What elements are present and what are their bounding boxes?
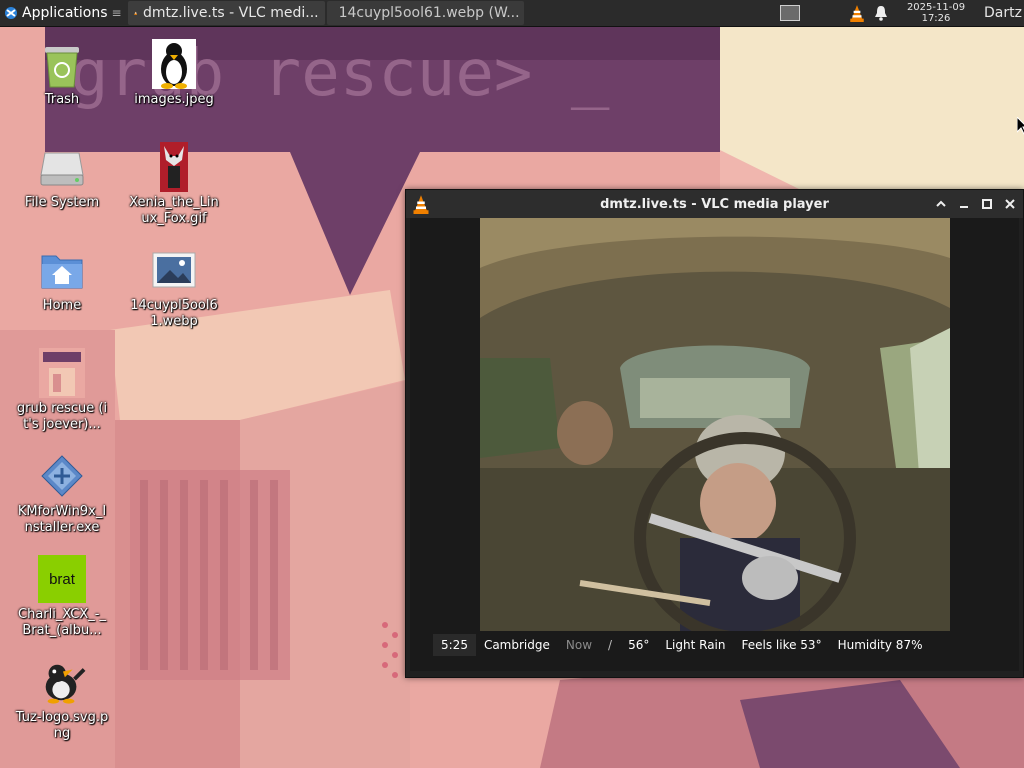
video-frame [480, 218, 950, 631]
desktop-icon-tuz-logo[interactable]: Tuz-logo.svg.png [12, 658, 112, 742]
ticker-temp: 56° [628, 638, 650, 652]
panel-tray: 2025-11-09 17:26 Dartz [780, 0, 1024, 26]
taskbar-item-browser[interactable]: 14cuypl5ool61.webp (W... [326, 1, 524, 25]
clock-time: 17:26 [921, 13, 951, 24]
desktop-icon-label: images.jpeg [134, 92, 214, 107]
minimize-icon [959, 205, 968, 208]
ticker-time: 5:25 [433, 634, 476, 656]
desktop-icon-webp[interactable]: 14cuypl5ool61.webp [124, 246, 224, 330]
exe-icon [41, 455, 83, 497]
desktop-icon-xenia-gif[interactable]: Xenia_the_Linux_Fox.gif [124, 142, 224, 227]
clock-date: 2025-11-09 [906, 2, 966, 13]
applications-menu-label: Applications [22, 5, 108, 21]
taskbar-item-vlc[interactable]: dmtz.live.ts - VLC medi... [127, 1, 325, 25]
vlc-tray-icon[interactable] [848, 4, 866, 22]
brat-cover-icon: brat [38, 555, 86, 603]
image-file-icon [152, 252, 196, 288]
ticker-humidity: Humidity 87% [837, 638, 923, 652]
vlc-titlebar[interactable]: dmtz.live.ts - VLC media player [406, 190, 1023, 218]
ticker-now: Now [565, 638, 593, 652]
wallpaper-image-icon [39, 348, 85, 398]
separator-icon: ≡ [111, 6, 122, 20]
desktop-icon-label: Tuz-logo.svg.png [15, 710, 109, 741]
minimize-button[interactable] [954, 194, 973, 213]
desktop-icon-label: 14cuypl5ool61.webp [130, 298, 218, 329]
desktop-icon-label: KMforWin9x_Installer.exe [17, 504, 107, 535]
desktop-icon-grub-rescue[interactable]: grub rescue (it's joever)... [12, 348, 112, 433]
ticker-feels: Feels like 53° [741, 638, 822, 652]
workspace-switcher[interactable] [780, 5, 800, 21]
notification-bell-icon[interactable] [874, 5, 888, 21]
vlc-window[interactable]: dmtz.live.ts - VLC media player 5:25 Cam… [405, 189, 1024, 678]
drive-icon [40, 152, 84, 186]
home-folder-icon [41, 255, 83, 289]
user-menu[interactable]: Dartz [984, 5, 1024, 21]
vlc-icon [133, 11, 137, 15]
tuz-icon [45, 664, 86, 704]
desktop-icon-file-system[interactable]: File System [12, 143, 112, 211]
fox-image-icon [160, 142, 188, 192]
maximize-button[interactable] [977, 194, 996, 213]
maximize-icon [981, 198, 992, 209]
desktop-icon-home[interactable]: Home [12, 246, 112, 314]
weather-ticker: 5:25 Cambridge Now / 56° Light Rain Feel… [425, 631, 922, 659]
taskbar-item-label: dmtz.live.ts - VLC medi... [142, 5, 319, 21]
top-panel: Applications ≡ dmtz.live.ts - VLC medi..… [0, 0, 1024, 27]
desktop-icon-label: Home [42, 298, 82, 313]
desktop-icon-kmforwin9x[interactable]: KMforWin9x_Installer.exe [12, 452, 112, 536]
desktop-icon-label: Trash [44, 92, 80, 107]
applications-menu-button[interactable]: Applications ≡ [0, 0, 126, 26]
shade-button[interactable] [931, 194, 950, 213]
desktop-icon-images-jpeg[interactable]: images.jpeg [124, 39, 224, 108]
desktop-icon-label: File System [24, 195, 100, 210]
taskbar-item-label: 14cuypl5ool61.webp (W... [338, 5, 520, 21]
desktop-icon-label: grub rescue (it's joever)... [16, 401, 108, 432]
tux-image-icon [152, 39, 196, 89]
desktop-icon-brat-album[interactable]: brat Charli_XCX_-_Brat_(albu... [12, 555, 112, 639]
desktop-icon-trash[interactable]: Trash [12, 40, 112, 108]
mouse-cursor-icon [1017, 117, 1024, 135]
desktop-icon-label: Xenia_the_Linux_Fox.gif [129, 195, 219, 226]
chevron-up-icon [935, 200, 946, 207]
ticker-city: Cambridge [483, 638, 550, 652]
clock[interactable]: 2025-11-09 17:26 [896, 2, 976, 24]
trash-icon [45, 47, 79, 88]
close-button[interactable] [1000, 194, 1019, 213]
xfce-logo-icon [5, 7, 17, 19]
close-icon [1004, 198, 1015, 209]
video-area[interactable]: 5:25 Cambridge Now / 56° Light Rain Feel… [410, 218, 1019, 671]
rain-icon: / [608, 638, 613, 652]
desktop-icon-label: Charli_XCX_-_Brat_(albu... [18, 607, 106, 638]
ticker-condition: Light Rain [665, 638, 726, 652]
